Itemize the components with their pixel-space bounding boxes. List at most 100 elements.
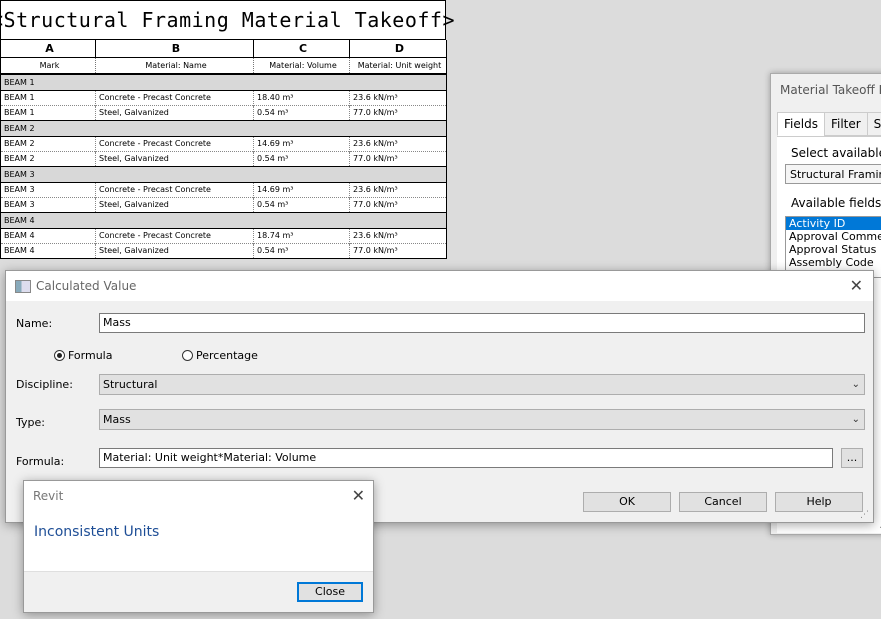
list-item[interactable]: Approval Status [786, 243, 881, 256]
column-header[interactable]: Mark [0, 56, 96, 75]
cell-material[interactable]: Steel, Galvanized [95, 242, 254, 259]
tab-filter[interactable]: Filter [823, 112, 868, 136]
dialog-title: Calculated Value [36, 279, 137, 293]
title-bar[interactable]: Calculated Value ✕ [6, 271, 873, 301]
discipline-label: Discipline: [16, 378, 73, 391]
dialog-title: Material Takeoff Pro [780, 83, 881, 97]
cell-mark[interactable]: BEAM 2 [0, 150, 96, 167]
radio-selected-icon [54, 350, 65, 361]
cell-material[interactable]: Steel, Galvanized [95, 104, 254, 121]
close-button[interactable]: Close [297, 582, 363, 602]
cell-mark[interactable]: BEAM 2 [0, 135, 96, 151]
cell-unit-weight[interactable]: 23.6 kN/m³ [349, 181, 447, 197]
cell-volume[interactable]: 0.54 m³ [253, 196, 350, 213]
group-header-row[interactable]: BEAM 2 [0, 120, 447, 136]
available-fields-label: Available fields: [791, 196, 881, 210]
percentage-radio[interactable]: Percentage [182, 349, 258, 362]
group-header-row[interactable]: BEAM 1 [0, 74, 447, 90]
formula-radio-label: Formula [68, 349, 113, 362]
table-row[interactable]: BEAM 1 Steel, Galvanized 0.54 m³ 77.0 kN/m³ [0, 104, 447, 121]
tab-strip: FieldsFilterSo [777, 112, 881, 136]
column-header[interactable]: Material: Volume [253, 56, 350, 75]
cell-unit-weight[interactable]: 23.6 kN/m³ [349, 89, 447, 105]
cell-mark[interactable]: BEAM 3 [0, 196, 96, 213]
ok-button[interactable]: OK [583, 492, 671, 512]
chevron-down-icon: ⌄ [851, 414, 860, 425]
tab-sorting[interactable]: So [866, 112, 881, 136]
column-letter[interactable]: A [0, 40, 96, 58]
cell-volume[interactable]: 18.40 m³ [253, 89, 350, 105]
table-row[interactable]: BEAM 3 Concrete - Precast Concrete 14.69 m… [0, 181, 447, 197]
help-button[interactable]: Help [775, 492, 863, 512]
group-name: BEAM 2 [0, 120, 447, 136]
cell-mark[interactable]: BEAM 4 [0, 227, 96, 243]
chevron-down-icon: ⌄ [851, 379, 860, 390]
cell-unit-weight[interactable]: 23.6 kN/m³ [349, 227, 447, 243]
column-letter[interactable]: B [95, 40, 254, 58]
discipline-dropdown[interactable]: Structural ⌄ [99, 374, 865, 395]
type-dropdown[interactable]: Mass ⌄ [99, 409, 865, 430]
formula-radio[interactable]: Formula [54, 349, 112, 362]
cell-material[interactable]: Concrete - Precast Concrete [95, 135, 254, 151]
group-name: BEAM 1 [0, 74, 447, 90]
group-name: BEAM 3 [0, 166, 447, 182]
cell-material[interactable]: Concrete - Precast Concrete [95, 181, 254, 197]
column-letter[interactable]: D [349, 40, 447, 58]
column-letter-row: ABCD [0, 40, 447, 58]
name-input[interactable]: Mass [99, 313, 865, 333]
column-header[interactable]: Material: Name [95, 56, 254, 75]
cell-volume[interactable]: 0.54 m³ [253, 150, 350, 167]
browse-button[interactable]: ... [841, 448, 863, 468]
tab-fields[interactable]: Fields [777, 112, 825, 136]
cell-unit-weight[interactable]: 77.0 kN/m³ [349, 196, 447, 213]
list-item[interactable]: Activity ID [786, 217, 881, 230]
close-icon[interactable]: ✕ [850, 278, 863, 294]
table-row[interactable]: BEAM 1 Concrete - Precast Concrete 18.40 m… [0, 89, 447, 105]
revit-message-dialog: Revit ✕ Inconsistent Units Close [23, 480, 374, 613]
resize-grip-icon[interactable]: ⋰ [860, 510, 869, 520]
available-fields-list[interactable]: Activity ID Approval Commen Approval Sta… [785, 216, 881, 278]
table-row[interactable]: BEAM 3 Steel, Galvanized 0.54 m³ 77.0 kN/m³ [0, 196, 447, 213]
cell-mark[interactable]: BEAM 4 [0, 242, 96, 259]
cancel-button[interactable]: Cancel [679, 492, 767, 512]
table-row[interactable]: BEAM 2 Steel, Galvanized 0.54 m³ 77.0 kN/m³ [0, 150, 447, 167]
formula-label: Formula: [16, 455, 65, 468]
cell-mark[interactable]: BEAM 1 [0, 89, 96, 105]
cell-unit-weight[interactable]: 77.0 kN/m³ [349, 242, 447, 259]
discipline-value: Structural [103, 378, 158, 391]
group-header-row[interactable]: BEAM 4 [0, 212, 447, 228]
table-row[interactable]: BEAM 4 Steel, Galvanized 0.54 m³ 77.0 kN/m³ [0, 242, 447, 259]
cell-volume[interactable]: 0.54 m³ [253, 104, 350, 121]
formula-input[interactable]: Material: Unit weight*Material: Volume [99, 448, 833, 468]
cell-unit-weight[interactable]: 77.0 kN/m³ [349, 150, 447, 167]
table-row[interactable]: BEAM 4 Concrete - Precast Concrete 18.74 m… [0, 227, 447, 243]
cell-mark[interactable]: BEAM 3 [0, 181, 96, 197]
cell-material[interactable]: Concrete - Precast Concrete [95, 89, 254, 105]
cell-unit-weight[interactable]: 23.6 kN/m³ [349, 135, 447, 151]
window-icon [15, 280, 31, 293]
close-icon[interactable]: ✕ [352, 488, 365, 504]
cell-material[interactable]: Concrete - Precast Concrete [95, 227, 254, 243]
percentage-radio-label: Percentage [196, 349, 258, 362]
name-label: Name: [16, 317, 53, 330]
list-item[interactable]: Assembly Code [786, 256, 881, 269]
cell-material[interactable]: Steel, Galvanized [95, 150, 254, 167]
table-row[interactable]: BEAM 2 Concrete - Precast Concrete 14.69 m… [0, 135, 447, 151]
group-name: BEAM 4 [0, 212, 447, 228]
group-header-row[interactable]: BEAM 3 [0, 166, 447, 182]
schedule-view: <Structural Framing Material Takeoff> AB… [0, 0, 455, 259]
cell-volume[interactable]: 18.74 m³ [253, 227, 350, 243]
cell-volume[interactable]: 14.69 m³ [253, 181, 350, 197]
column-letter[interactable]: C [253, 40, 350, 58]
type-value: Mass [103, 413, 131, 426]
cell-unit-weight[interactable]: 77.0 kN/m³ [349, 104, 447, 121]
cell-volume[interactable]: 14.69 m³ [253, 135, 350, 151]
category-dropdown[interactable]: Structural Framing [785, 164, 881, 184]
cell-mark[interactable]: BEAM 1 [0, 104, 96, 121]
dialog-title: Revit [33, 489, 64, 503]
column-header[interactable]: Material: Unit weight [349, 56, 447, 75]
cell-material[interactable]: Steel, Galvanized [95, 196, 254, 213]
list-item[interactable]: Approval Commen [786, 230, 881, 243]
cell-volume[interactable]: 0.54 m³ [253, 242, 350, 259]
schedule-table: A B C D Mark Material: Name Material: Volume Ma… [0, 40, 447, 259]
